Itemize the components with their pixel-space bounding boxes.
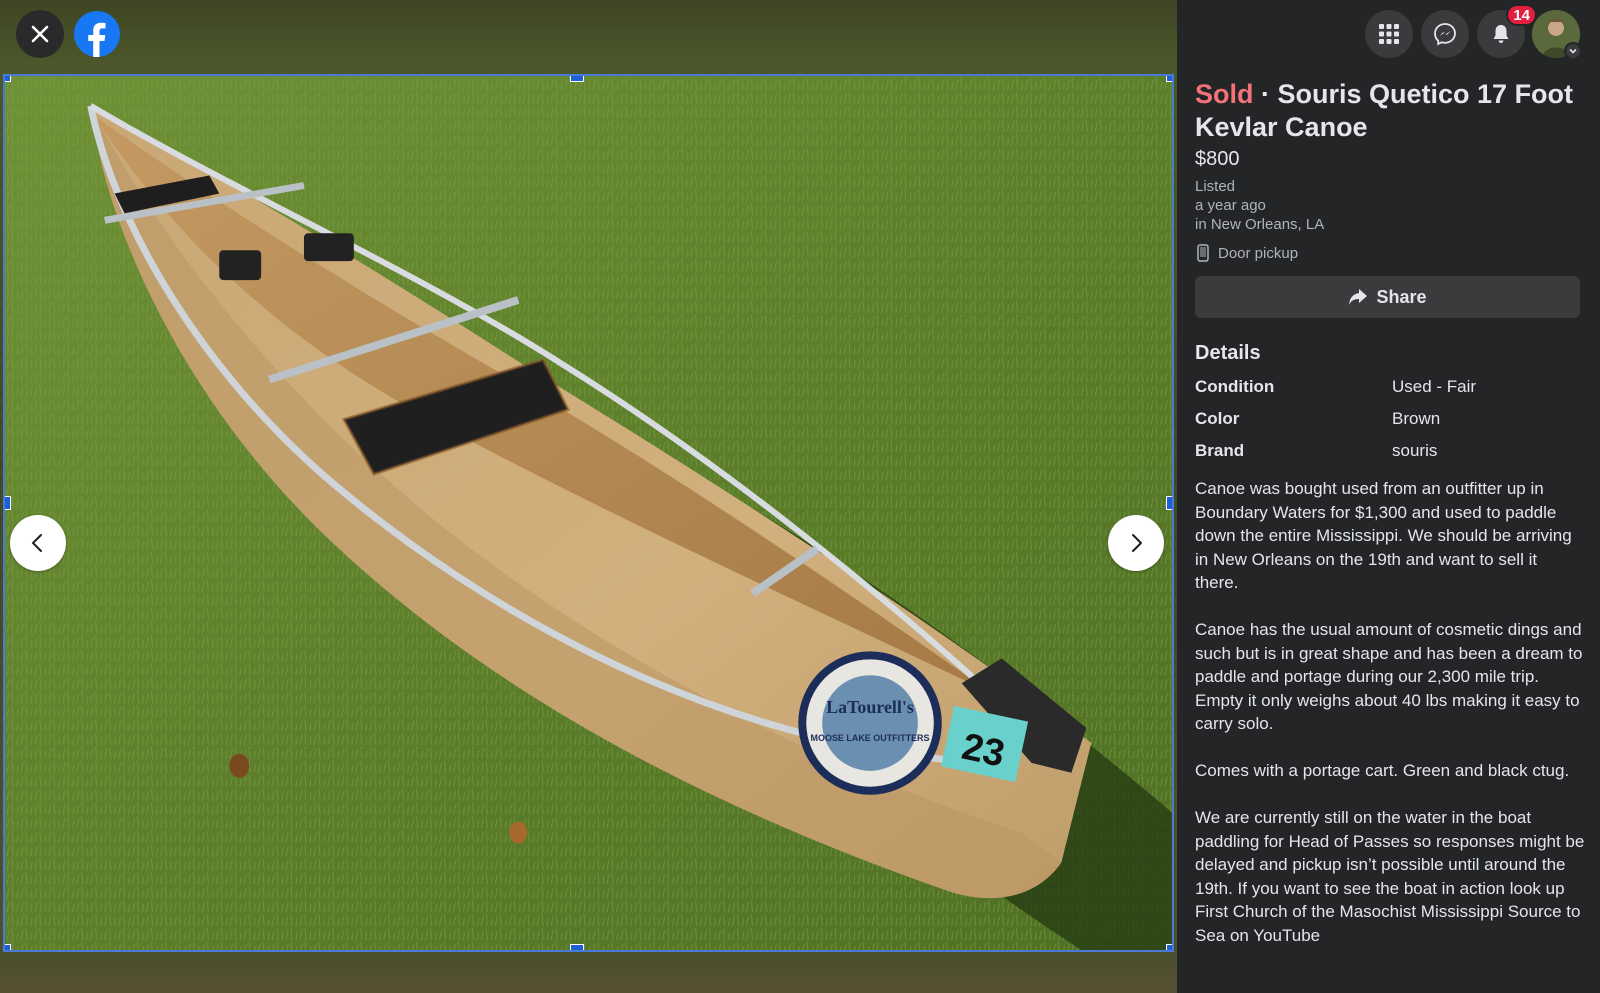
description-paragraph: Canoe has the usual amount of cosmetic d…: [1195, 620, 1583, 733]
resize-handle-top[interactable]: [570, 76, 584, 82]
media-viewer: LaTourell's MOOSE LAKE OUTFITTERS 23: [0, 0, 1177, 993]
title-separator: ·: [1253, 79, 1278, 109]
detail-value: Brown: [1392, 409, 1441, 428]
detail-key: Brand: [1195, 441, 1245, 460]
resize-handle-bottom-right[interactable]: [1166, 944, 1172, 950]
listing-photo: LaTourell's MOOSE LAKE OUTFITTERS 23: [3, 74, 1174, 952]
pickup-label: Door pickup: [1218, 244, 1299, 262]
next-photo-button[interactable]: [1108, 515, 1164, 571]
notifications-button[interactable]: 14: [1477, 4, 1537, 58]
chevron-left-icon: [32, 534, 42, 552]
menu-button[interactable]: [1365, 10, 1413, 58]
listed-time[interactable]: a year ago: [1195, 196, 1585, 215]
resize-handle-top-left[interactable]: [5, 76, 11, 82]
messenger-button[interactable]: [1421, 10, 1469, 58]
listing-details: Sold · Souris Quetico 17 Foot Kevlar Can…: [1195, 78, 1585, 971]
resize-handle-top-right[interactable]: [1166, 76, 1172, 82]
sticker-subtext: MOOSE LAKE OUTFITTERS: [811, 733, 930, 743]
detail-key: Condition: [1195, 377, 1275, 396]
chevron-down-icon: [1569, 48, 1577, 54]
listing-location[interactable]: in New Orleans, LA: [1195, 215, 1585, 234]
detail-key: Color: [1195, 409, 1240, 428]
canoe-photo: LaTourell's MOOSE LAKE OUTFITTERS 23: [5, 76, 1172, 950]
details-heading: Details: [1195, 342, 1261, 364]
top-navigation: 14: [1177, 0, 1600, 68]
description-paragraph: Comes with a portage cart. Green and bla…: [1195, 761, 1570, 780]
close-button[interactable]: [16, 10, 64, 58]
pickup-option: Door pickup: [1195, 244, 1585, 262]
previous-photo-button[interactable]: [10, 515, 66, 571]
listing-title: Sold · Souris Quetico 17 Foot Kevlar Can…: [1195, 78, 1585, 144]
resize-handle-bottom[interactable]: [570, 944, 584, 950]
close-icon: [31, 25, 49, 43]
number-tag: 23: [958, 726, 1008, 776]
listing-description: Canoe was bought used from an outfitter …: [1195, 477, 1585, 947]
chevron-right-icon: [1132, 534, 1142, 552]
listing-panel: 14 Sold · Souris Quetico 17 Foot Kevlar …: [1177, 0, 1600, 993]
detail-value: souris: [1392, 441, 1438, 460]
messenger-icon: [1434, 23, 1456, 46]
bell-icon: [1493, 25, 1509, 43]
resize-handle-bottom-left[interactable]: [5, 944, 11, 950]
grid-menu-icon: [1379, 24, 1399, 44]
sticker-text: LaTourell's: [826, 697, 914, 717]
detail-row-condition: Condition Used - Fair: [1195, 377, 1585, 397]
detail-value: Used - Fair: [1392, 377, 1477, 396]
facebook-logo[interactable]: [73, 10, 121, 58]
share-button[interactable]: Share: [1195, 276, 1580, 318]
share-label: Share: [1376, 286, 1427, 307]
phone-icon: [1197, 244, 1209, 262]
resize-handle-right[interactable]: [1166, 496, 1172, 510]
detail-row-brand: Brand souris: [1195, 441, 1585, 461]
account-menu-caret[interactable]: [1564, 42, 1582, 60]
share-arrow-icon: [1349, 289, 1368, 305]
media-bottom-backdrop: [0, 953, 1177, 993]
sold-status: Sold: [1195, 79, 1254, 109]
description-paragraph: Canoe was bought used from an outfitter …: [1195, 479, 1572, 592]
media-top-backdrop: [0, 0, 1177, 67]
notification-badge: 14: [1506, 4, 1537, 26]
detail-row-color: Color Brown: [1195, 409, 1585, 429]
resize-handle-left[interactable]: [5, 496, 11, 510]
listing-meta: Listed a year ago in New Orleans, LA: [1195, 177, 1585, 234]
listing-price: $800: [1195, 148, 1240, 170]
listed-label: Listed: [1195, 178, 1236, 195]
description-paragraph: We are currently still on the water in t…: [1195, 808, 1585, 945]
